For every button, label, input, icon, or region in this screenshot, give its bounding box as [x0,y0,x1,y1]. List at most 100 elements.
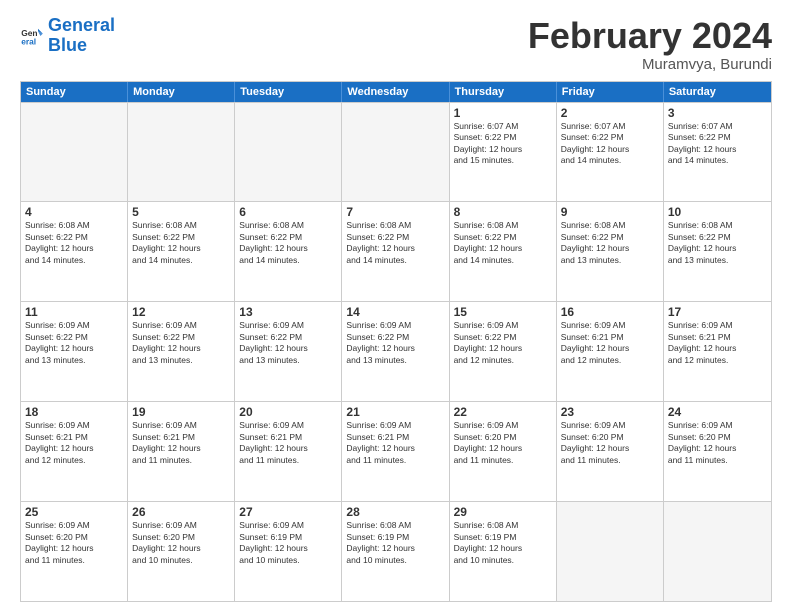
day-info: Sunrise: 6:09 AM Sunset: 6:20 PM Dayligh… [25,520,123,566]
day-number: 18 [25,405,123,419]
day-info: Sunrise: 6:09 AM Sunset: 6:21 PM Dayligh… [25,420,123,466]
day-number: 9 [561,205,659,219]
logo-text: GeneralBlue [48,16,115,56]
calendar-cell: 15Sunrise: 6:09 AM Sunset: 6:22 PM Dayli… [450,302,557,401]
day-info: Sunrise: 6:08 AM Sunset: 6:22 PM Dayligh… [346,220,444,266]
day-info: Sunrise: 6:09 AM Sunset: 6:22 PM Dayligh… [132,320,230,366]
calendar-cell: 29Sunrise: 6:08 AM Sunset: 6:19 PM Dayli… [450,502,557,601]
calendar-cell: 2Sunrise: 6:07 AM Sunset: 6:22 PM Daylig… [557,103,664,202]
day-number: 27 [239,505,337,519]
calendar-cell: 8Sunrise: 6:08 AM Sunset: 6:22 PM Daylig… [450,202,557,301]
header-day-sunday: Sunday [21,82,128,102]
day-info: Sunrise: 6:09 AM Sunset: 6:19 PM Dayligh… [239,520,337,566]
day-info: Sunrise: 6:08 AM Sunset: 6:22 PM Dayligh… [239,220,337,266]
day-info: Sunrise: 6:08 AM Sunset: 6:19 PM Dayligh… [346,520,444,566]
day-number: 1 [454,106,552,120]
day-info: Sunrise: 6:09 AM Sunset: 6:20 PM Dayligh… [132,520,230,566]
calendar-cell: 24Sunrise: 6:09 AM Sunset: 6:20 PM Dayli… [664,402,771,501]
day-number: 15 [454,305,552,319]
calendar-row-3: 18Sunrise: 6:09 AM Sunset: 6:21 PM Dayli… [21,401,771,501]
header-day-saturday: Saturday [664,82,771,102]
calendar-cell: 13Sunrise: 6:09 AM Sunset: 6:22 PM Dayli… [235,302,342,401]
header: Gen eral GeneralBlue February 2024 Muram… [20,16,772,73]
calendar-cell: 5Sunrise: 6:08 AM Sunset: 6:22 PM Daylig… [128,202,235,301]
day-info: Sunrise: 6:09 AM Sunset: 6:21 PM Dayligh… [561,320,659,366]
day-info: Sunrise: 6:09 AM Sunset: 6:22 PM Dayligh… [25,320,123,366]
day-info: Sunrise: 6:08 AM Sunset: 6:22 PM Dayligh… [561,220,659,266]
day-number: 20 [239,405,337,419]
header-day-monday: Monday [128,82,235,102]
calendar-cell [235,103,342,202]
day-number: 5 [132,205,230,219]
header-day-tuesday: Tuesday [235,82,342,102]
calendar-cell: 14Sunrise: 6:09 AM Sunset: 6:22 PM Dayli… [342,302,449,401]
day-number: 16 [561,305,659,319]
day-number: 7 [346,205,444,219]
day-number: 4 [25,205,123,219]
calendar-cell: 18Sunrise: 6:09 AM Sunset: 6:21 PM Dayli… [21,402,128,501]
calendar-cell: 6Sunrise: 6:08 AM Sunset: 6:22 PM Daylig… [235,202,342,301]
calendar-cell [557,502,664,601]
day-number: 25 [25,505,123,519]
subtitle: Muramvya, Burundi [528,56,772,73]
calendar-cell: 19Sunrise: 6:09 AM Sunset: 6:21 PM Dayli… [128,402,235,501]
calendar-cell: 10Sunrise: 6:08 AM Sunset: 6:22 PM Dayli… [664,202,771,301]
header-day-thursday: Thursday [450,82,557,102]
calendar-row-4: 25Sunrise: 6:09 AM Sunset: 6:20 PM Dayli… [21,501,771,601]
day-info: Sunrise: 6:09 AM Sunset: 6:21 PM Dayligh… [132,420,230,466]
day-info: Sunrise: 6:07 AM Sunset: 6:22 PM Dayligh… [668,121,767,167]
day-number: 17 [668,305,767,319]
day-info: Sunrise: 6:09 AM Sunset: 6:21 PM Dayligh… [239,420,337,466]
calendar-cell [664,502,771,601]
day-number: 21 [346,405,444,419]
calendar-cell: 25Sunrise: 6:09 AM Sunset: 6:20 PM Dayli… [21,502,128,601]
calendar-cell: 23Sunrise: 6:09 AM Sunset: 6:20 PM Dayli… [557,402,664,501]
day-info: Sunrise: 6:09 AM Sunset: 6:21 PM Dayligh… [668,320,767,366]
month-title: February 2024 [528,16,772,56]
calendar-cell: 1Sunrise: 6:07 AM Sunset: 6:22 PM Daylig… [450,103,557,202]
page: Gen eral GeneralBlue February 2024 Muram… [0,0,792,612]
day-number: 11 [25,305,123,319]
day-info: Sunrise: 6:09 AM Sunset: 6:20 PM Dayligh… [668,420,767,466]
day-info: Sunrise: 6:07 AM Sunset: 6:22 PM Dayligh… [454,121,552,167]
day-info: Sunrise: 6:07 AM Sunset: 6:22 PM Dayligh… [561,121,659,167]
calendar-cell: 27Sunrise: 6:09 AM Sunset: 6:19 PM Dayli… [235,502,342,601]
logo: Gen eral GeneralBlue [20,16,115,56]
calendar-cell: 22Sunrise: 6:09 AM Sunset: 6:20 PM Dayli… [450,402,557,501]
calendar-cell: 26Sunrise: 6:09 AM Sunset: 6:20 PM Dayli… [128,502,235,601]
day-info: Sunrise: 6:09 AM Sunset: 6:22 PM Dayligh… [346,320,444,366]
day-info: Sunrise: 6:08 AM Sunset: 6:19 PM Dayligh… [454,520,552,566]
day-info: Sunrise: 6:08 AM Sunset: 6:22 PM Dayligh… [454,220,552,266]
calendar-cell: 11Sunrise: 6:09 AM Sunset: 6:22 PM Dayli… [21,302,128,401]
day-number: 29 [454,505,552,519]
calendar-cell [342,103,449,202]
calendar-cell: 9Sunrise: 6:08 AM Sunset: 6:22 PM Daylig… [557,202,664,301]
calendar-cell: 4Sunrise: 6:08 AM Sunset: 6:22 PM Daylig… [21,202,128,301]
day-info: Sunrise: 6:09 AM Sunset: 6:21 PM Dayligh… [346,420,444,466]
day-info: Sunrise: 6:08 AM Sunset: 6:22 PM Dayligh… [25,220,123,266]
day-number: 10 [668,205,767,219]
day-number: 3 [668,106,767,120]
svg-text:eral: eral [21,36,36,46]
calendar-cell [21,103,128,202]
calendar-cell: 16Sunrise: 6:09 AM Sunset: 6:21 PM Dayli… [557,302,664,401]
day-number: 6 [239,205,337,219]
title-block: February 2024 Muramvya, Burundi [528,16,772,73]
calendar-cell: 21Sunrise: 6:09 AM Sunset: 6:21 PM Dayli… [342,402,449,501]
day-info: Sunrise: 6:09 AM Sunset: 6:22 PM Dayligh… [454,320,552,366]
day-number: 28 [346,505,444,519]
day-number: 19 [132,405,230,419]
calendar-row-0: 1Sunrise: 6:07 AM Sunset: 6:22 PM Daylig… [21,102,771,202]
day-info: Sunrise: 6:08 AM Sunset: 6:22 PM Dayligh… [668,220,767,266]
day-number: 12 [132,305,230,319]
day-info: Sunrise: 6:09 AM Sunset: 6:22 PM Dayligh… [239,320,337,366]
day-info: Sunrise: 6:09 AM Sunset: 6:20 PM Dayligh… [454,420,552,466]
day-number: 22 [454,405,552,419]
day-info: Sunrise: 6:08 AM Sunset: 6:22 PM Dayligh… [132,220,230,266]
day-number: 8 [454,205,552,219]
day-number: 24 [668,405,767,419]
calendar-cell: 7Sunrise: 6:08 AM Sunset: 6:22 PM Daylig… [342,202,449,301]
calendar-cell: 28Sunrise: 6:08 AM Sunset: 6:19 PM Dayli… [342,502,449,601]
day-number: 26 [132,505,230,519]
day-number: 14 [346,305,444,319]
